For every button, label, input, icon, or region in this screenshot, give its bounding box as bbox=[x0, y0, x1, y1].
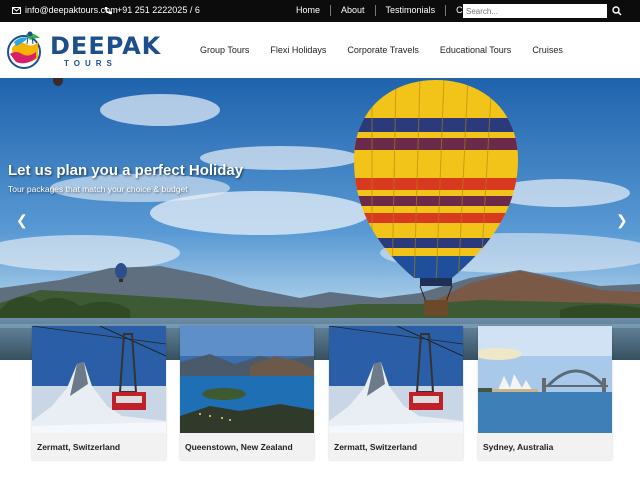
hero-image bbox=[0, 78, 640, 360]
brand-sub: TOURS bbox=[64, 59, 117, 68]
destination-card[interactable]: Sydney, Australia bbox=[478, 326, 612, 460]
destination-card[interactable]: Zermatt, Switzerland bbox=[32, 326, 166, 460]
nav-cruises[interactable]: Cruises bbox=[532, 45, 563, 55]
nav-testimonials[interactable]: Testimonials bbox=[374, 5, 446, 16]
nav-about[interactable]: About bbox=[330, 5, 375, 16]
nav-educational-tours[interactable]: Educational Tours bbox=[440, 45, 511, 55]
nav-home[interactable]: Home bbox=[296, 5, 330, 16]
phone-icon bbox=[104, 6, 112, 14]
search-input[interactable] bbox=[463, 4, 607, 18]
destination-caption: Zermatt, Switzerland bbox=[37, 442, 121, 452]
top-bar: info@deepaktours.com +91 251 2222025 / 6… bbox=[0, 0, 640, 22]
destination-image bbox=[32, 326, 166, 433]
hero-slider: Let us plan you a perfect Holiday Tour p… bbox=[0, 78, 640, 360]
search-icon bbox=[612, 6, 622, 16]
nav-flexi-holidays[interactable]: Flexi Holidays bbox=[270, 45, 326, 55]
phone-text: +91 251 2222025 / 6 bbox=[117, 5, 200, 15]
destination-caption: Queenstown, New Zealand bbox=[185, 442, 293, 452]
site-header: DEEPAK TOURS Group Tours Flexi Holidays … bbox=[0, 22, 640, 78]
chevron-right-icon: ❯ bbox=[616, 212, 628, 228]
destination-caption: Sydney, Australia bbox=[483, 442, 554, 452]
slider-prev-button[interactable]: ❮ bbox=[16, 212, 28, 229]
main-nav: Group Tours Flexi Holidays Corporate Tra… bbox=[200, 45, 584, 55]
mail-icon bbox=[12, 6, 21, 14]
destination-caption: Zermatt, Switzerland bbox=[334, 442, 418, 452]
destination-image bbox=[478, 326, 612, 433]
destination-card[interactable]: Zermatt, Switzerland bbox=[329, 326, 463, 460]
brand-logo[interactable]: DEEPAK TOURS bbox=[6, 26, 160, 74]
destination-card[interactable]: Queenstown, New Zealand bbox=[180, 326, 314, 460]
hero-subtitle: Tour packages that match your choice & b… bbox=[8, 184, 188, 194]
brand-name: DEEPAK bbox=[50, 32, 162, 60]
search-button[interactable] bbox=[610, 4, 624, 18]
chevron-left-icon: ❮ bbox=[16, 212, 28, 228]
nav-group-tours[interactable]: Group Tours bbox=[200, 45, 249, 55]
slider-next-button[interactable]: ❯ bbox=[616, 212, 628, 229]
nav-corporate-travels[interactable]: Corporate Travels bbox=[347, 45, 419, 55]
hero-title: Let us plan you a perfect Holiday bbox=[8, 162, 244, 179]
destination-image bbox=[329, 326, 463, 433]
globe-logo-icon bbox=[7, 31, 41, 69]
destination-image bbox=[180, 326, 314, 433]
email-contact[interactable]: info@deepaktours.com bbox=[12, 5, 118, 15]
phone-contact[interactable]: +91 251 2222025 / 6 bbox=[104, 5, 200, 15]
